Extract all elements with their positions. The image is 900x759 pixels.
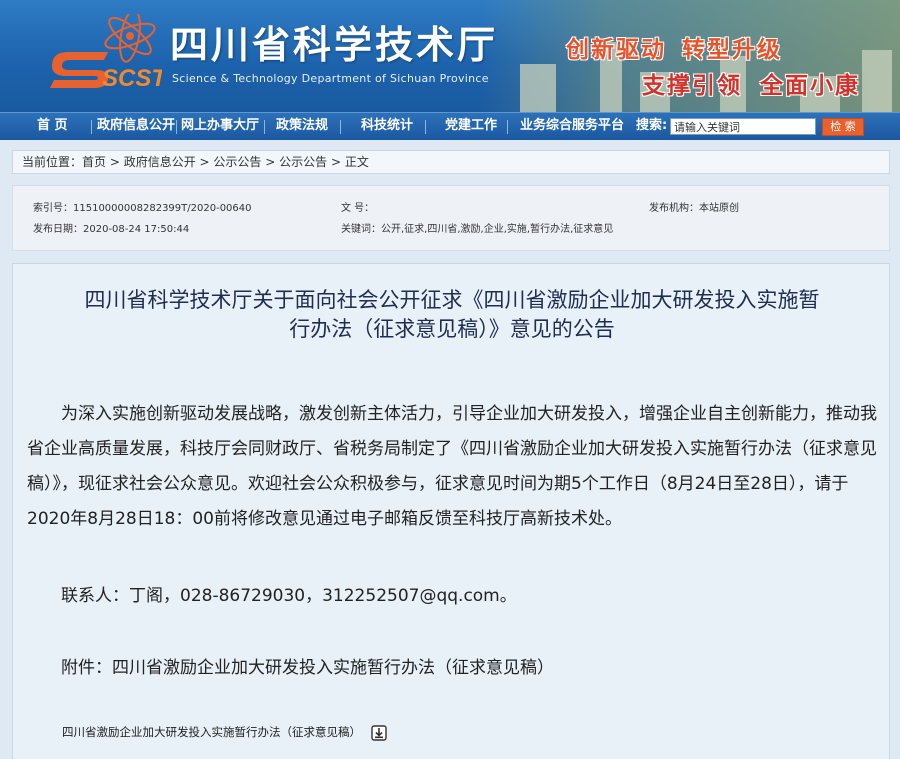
- svg-text:SCST: SCST: [102, 65, 162, 92]
- nav-divider: [176, 120, 177, 134]
- attachment-download-link[interactable]: 四川省激励企业加大研发投入实施暂行办法（征求意见稿）: [62, 724, 387, 741]
- search-input[interactable]: [670, 118, 816, 135]
- meta-index-no: 索引号：11510000008282399T/2020-00640: [33, 203, 252, 214]
- article-title-line-1: 四川省科学技术厅关于面向社会公开征求《四川省激励企业加大研发投入实施暂: [84, 288, 820, 312]
- site-title: 四川省科学技术厅: [170, 22, 499, 67]
- breadcrumb-home[interactable]: 首页: [82, 155, 106, 169]
- nav-divider: [264, 120, 265, 134]
- main-nav: 首 页 政府信息公开 网上办事大厅 政策法规 科技统计 党建工作 业务综合服务平…: [0, 112, 900, 140]
- search-label: 搜索:: [636, 118, 668, 133]
- document-meta: 索引号：11510000008282399T/2020-00640 文 号： 发…: [12, 185, 890, 251]
- slogan-1: 创新驱动: [566, 37, 666, 63]
- nav-divider: [340, 120, 341, 134]
- breadcrumb-gov-info[interactable]: 政府信息公开: [124, 155, 196, 169]
- nav-party-building[interactable]: 党建工作: [445, 113, 497, 140]
- breadcrumb: 当前位置：首页 > 政府信息公开 > 公示公告 > 公示公告 > 正文: [12, 150, 890, 174]
- attachment-link-text[interactable]: 四川省激励企业加大研发投入实施暂行办法（征求意见稿）: [62, 725, 361, 739]
- nav-divider: [91, 120, 92, 134]
- article-body-paragraph: 为深入实施创新驱动发展战略，激发创新主体活力，引导企业加大研发投入，增强企业自主…: [27, 404, 877, 529]
- article: 四川省科学技术厅关于面向社会公开征求《四川省激励企业加大研发投入实施暂 行办法（…: [12, 263, 890, 759]
- nav-online-service[interactable]: 网上办事大厅: [181, 113, 259, 140]
- slogan-3: 支撑引领: [642, 73, 742, 99]
- nav-home[interactable]: 首 页: [37, 113, 68, 140]
- slogan-2: 转型升级: [682, 37, 782, 63]
- meta-publisher: 发布机构：本站原创: [649, 203, 739, 214]
- breadcrumb-separator: >: [195, 155, 214, 169]
- meta-publish-date: 发布日期：2020-08-24 17:50:44: [33, 224, 190, 235]
- article-title-line-2: 行办法（征求意见稿）》意见的公告: [289, 317, 615, 341]
- meta-keywords: 关键词：公开,征求,四川省,激励,企业,实施,暂行办法,征求意见: [341, 224, 614, 235]
- nav-policy[interactable]: 政策法规: [276, 113, 328, 140]
- nav-statistics[interactable]: 科技统计: [361, 113, 413, 140]
- nav-divider: [425, 120, 426, 134]
- search-button[interactable]: 检 索: [822, 118, 864, 136]
- article-contact: 联系人：丁阁，028-86729030，312252507@qq.com。: [61, 586, 517, 606]
- nav-divider: [507, 120, 508, 134]
- breadcrumb-separator: >: [261, 155, 280, 169]
- download-icon[interactable]: [370, 724, 387, 741]
- breadcrumb-announcements-sub[interactable]: 公示公告: [279, 155, 327, 169]
- nav-service-platform[interactable]: 业务综合服务平台: [520, 113, 624, 140]
- article-title: 四川省科学技术厅关于面向社会公开征求《四川省激励企业加大研发投入实施暂 行办法（…: [13, 286, 891, 344]
- breadcrumb-announcements[interactable]: 公示公告: [213, 155, 261, 169]
- slogan-4: 全面小康: [760, 73, 860, 99]
- breadcrumb-prefix: 当前位置：: [22, 155, 83, 169]
- breadcrumb-separator: >: [106, 155, 124, 169]
- meta-doc-no: 文 号：: [341, 203, 375, 214]
- site-subtitle: Science & Technology Department of Sichu…: [172, 72, 489, 85]
- site-header: SCST 四川省科学技术厅 Science & Technology Depar…: [0, 0, 900, 112]
- breadcrumb-current: 正文: [344, 155, 369, 169]
- nav-gov-info[interactable]: 政府信息公开: [97, 113, 175, 140]
- article-attachment-intro: 附件：四川省激励企业加大研发投入实施暂行办法（征求意见稿）: [61, 658, 554, 678]
- scst-logo[interactable]: SCST: [44, 14, 162, 92]
- breadcrumb-separator: >: [327, 155, 345, 169]
